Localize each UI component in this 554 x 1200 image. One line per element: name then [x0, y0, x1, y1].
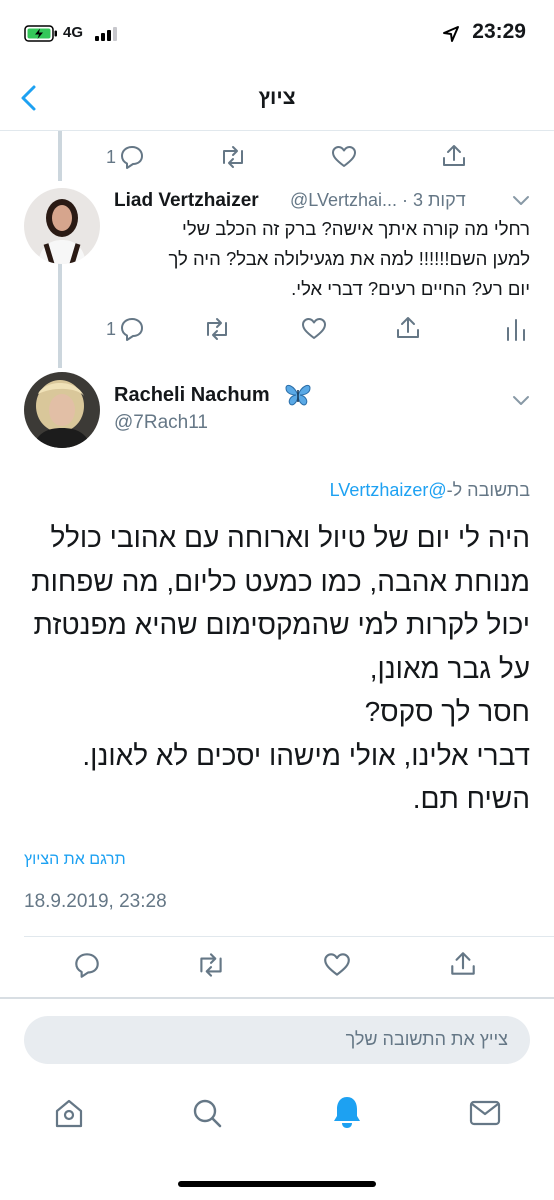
tweet-line: השיח תם. [412, 783, 530, 814]
clock: 23:29 [472, 20, 526, 43]
reply-line: למען השם!!!!!! למה את מגעילולה אבל? היה … [168, 248, 531, 269]
share-icon[interactable] [448, 949, 478, 979]
chevron-down-icon[interactable] [511, 192, 531, 208]
tweet-line: יכול לקרות למי שהמקסימום שהיא מפנטזת [33, 609, 530, 640]
divider [24, 936, 554, 937]
chevron-down-icon[interactable] [511, 392, 531, 408]
tweet-line: על גבר מאונן, [369, 652, 530, 684]
retweet-icon[interactable] [202, 315, 232, 343]
share-icon[interactable] [440, 142, 468, 170]
tab-bar [0, 1084, 554, 1154]
status-bar: 4G 23:29 [0, 0, 554, 64]
replying-handle-link[interactable]: @LVertzhaizer [330, 480, 447, 500]
search-icon[interactable] [190, 1096, 224, 1130]
replying-prefix: בתשובה ל- [446, 480, 530, 500]
battery-icon [24, 25, 57, 42]
retweet-icon[interactable] [218, 143, 248, 171]
translate-tweet-link[interactable]: תרגם את הציוץ [24, 851, 126, 869]
like-icon[interactable] [322, 950, 352, 980]
reply-icon[interactable] [118, 143, 146, 171]
reply-icon[interactable] [72, 950, 102, 980]
like-icon[interactable] [330, 143, 358, 171]
network-type: 4G [63, 24, 84, 41]
signal-icon [95, 27, 117, 41]
home-indicator[interactable] [178, 1181, 376, 1187]
tweet-timestamp: 18.9.2019, 23:28 [24, 891, 167, 912]
retweet-icon[interactable] [195, 950, 227, 980]
author-name[interactable]: Racheli Nachum [114, 384, 270, 407]
prev-reply-count: 1 [106, 147, 117, 167]
tweet-line: דברי אלינו, אולי מישהו יסכים לא לאונן. [82, 739, 530, 771]
reply-text: רחלי מה קורה איתך אישה? ברק זה הכלב שלי … [110, 214, 531, 304]
reply-count: 1 [106, 319, 117, 339]
location-arrow-icon [443, 26, 459, 42]
avatar[interactable] [24, 372, 100, 448]
tweet-line: היה לי יום של טיול וארוחה עם אהובי כולל [50, 522, 530, 553]
nav-divider [0, 130, 554, 131]
divider [0, 997, 554, 999]
prev-tweet-actions: 1 [100, 140, 480, 174]
avatar[interactable] [24, 188, 100, 264]
home-icon[interactable] [52, 1096, 86, 1130]
reply-meta: @LVertzhai... · 3 דקות [290, 190, 466, 210]
page-title: ציוץ [258, 86, 296, 109]
reply-line: רחלי מה קורה איתך אישה? ברק זה הכלב שלי [182, 218, 530, 239]
messages-envelope-icon[interactable] [468, 1098, 502, 1128]
reply-input-placeholder: צייץ את התשובה שלך [345, 1029, 508, 1049]
thread-line-top [58, 131, 62, 181]
notifications-bell-icon[interactable] [330, 1094, 364, 1130]
reply-author[interactable]: Liad Vertzhaizer [114, 190, 259, 212]
tweet-line: חסר לך סקס? [364, 696, 530, 727]
tweet-actions [0, 946, 554, 986]
reply-icon[interactable] [118, 315, 146, 343]
reply-line: יום רע? החיים רעים? דברי אלי. [291, 278, 530, 299]
like-icon[interactable] [300, 315, 328, 343]
tweet-line: מנוחת אהבה, כמו כמעט כליום, מה שפחות [31, 565, 530, 597]
reply-tweet-actions: 1 [100, 312, 540, 346]
butterfly-emoji-icon [285, 384, 311, 406]
analytics-icon[interactable] [504, 316, 528, 342]
share-icon[interactable] [394, 314, 422, 342]
author-handle[interactable]: @7Rach11 [114, 412, 208, 434]
replying-to: בתשובה ל-@LVertzhaizer [200, 480, 530, 501]
tweet-text: היה לי יום של טיול וארוחה עם אהובי כולל … [14, 516, 530, 821]
